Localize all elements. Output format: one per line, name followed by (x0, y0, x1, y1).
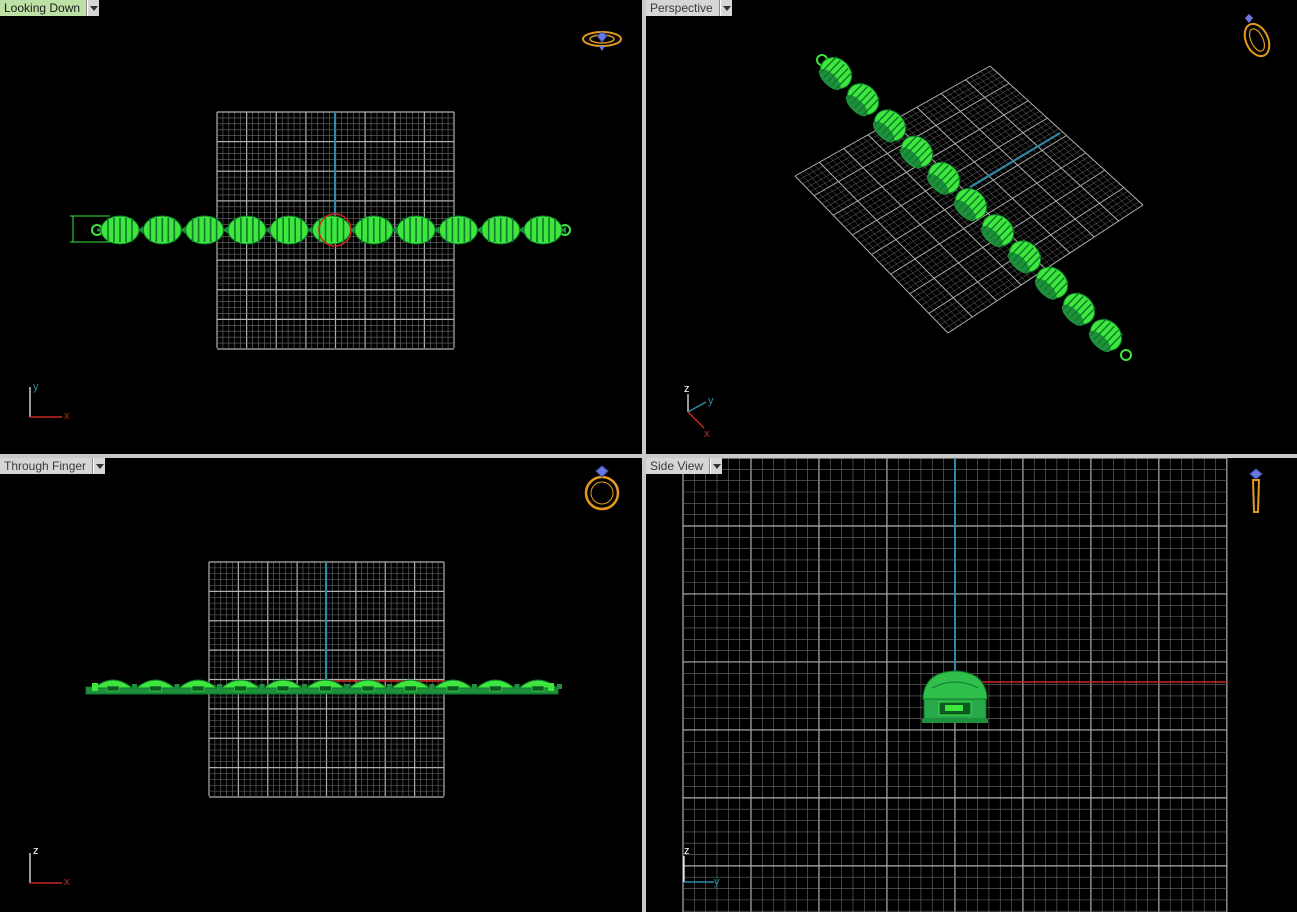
viewport-title: Perspective (646, 0, 720, 16)
bead (438, 215, 482, 245)
viewport-title: Side View (646, 458, 711, 474)
bead (396, 215, 440, 245)
axis-triad: z y (683, 845, 720, 888)
viewport-through-finger[interactable]: Through Finger z x (0, 458, 642, 912)
ring-perspective-icon (1243, 14, 1271, 58)
axis-label-y: y (708, 395, 714, 407)
axis-triad: z x (29, 845, 70, 888)
axis-label-x: x (704, 428, 710, 440)
clasp-end (92, 683, 98, 691)
axis-label-x: x (64, 410, 70, 422)
chevron-down-icon[interactable] (719, 0, 732, 16)
axis-label-z: z (684, 383, 690, 395)
axis-label-x: x (64, 876, 70, 888)
viewport-side-view[interactable]: Side View z y (646, 458, 1297, 912)
clasp-ring (1120, 349, 1132, 361)
bead (354, 215, 397, 245)
viewport-canvas[interactable]: y x (0, 0, 642, 454)
viewport-tab-through-finger[interactable]: Through Finger (0, 458, 106, 474)
clasp-end (548, 683, 554, 691)
viewport-canvas[interactable]: z y (646, 458, 1297, 912)
bead (185, 215, 228, 245)
axis-label-y: y (33, 381, 39, 393)
axis-label-z: z (684, 845, 690, 857)
axis-triad: y x (29, 381, 70, 422)
axis-triad: z y x (684, 383, 714, 440)
chevron-down-icon[interactable] (710, 458, 723, 474)
viewport-title: Looking Down (0, 0, 88, 16)
viewport-tab-perspective[interactable]: Perspective (646, 0, 732, 16)
viewport-tab-looking-down[interactable]: Looking Down (0, 0, 100, 16)
axis-label-y: y (714, 876, 720, 888)
bead (523, 215, 566, 245)
axis-label-z: z (33, 845, 39, 857)
bracelet-model (85, 679, 562, 695)
bracelet-model-profile (922, 670, 988, 723)
viewport-looking-down[interactable]: Looking Down y x (0, 0, 642, 454)
viewport-canvas[interactable]: z x (0, 458, 642, 912)
ring-side-view-icon (1249, 468, 1263, 513)
bead (142, 215, 186, 245)
chevron-down-icon[interactable] (93, 458, 106, 474)
ring-top-view-icon (582, 31, 622, 51)
chevron-down-icon[interactable] (87, 0, 100, 16)
bead (227, 215, 270, 245)
bead (481, 215, 524, 245)
bracelet-model (816, 54, 1132, 361)
bead (100, 215, 143, 245)
viewport-perspective[interactable]: Perspective z y x (646, 0, 1297, 454)
viewport-canvas[interactable]: z y x (646, 0, 1297, 454)
viewport-tab-side-view[interactable]: Side View (646, 458, 723, 474)
viewport-title: Through Finger (0, 458, 94, 474)
bracelet-model (91, 215, 571, 245)
ring-front-view-icon (584, 465, 620, 511)
